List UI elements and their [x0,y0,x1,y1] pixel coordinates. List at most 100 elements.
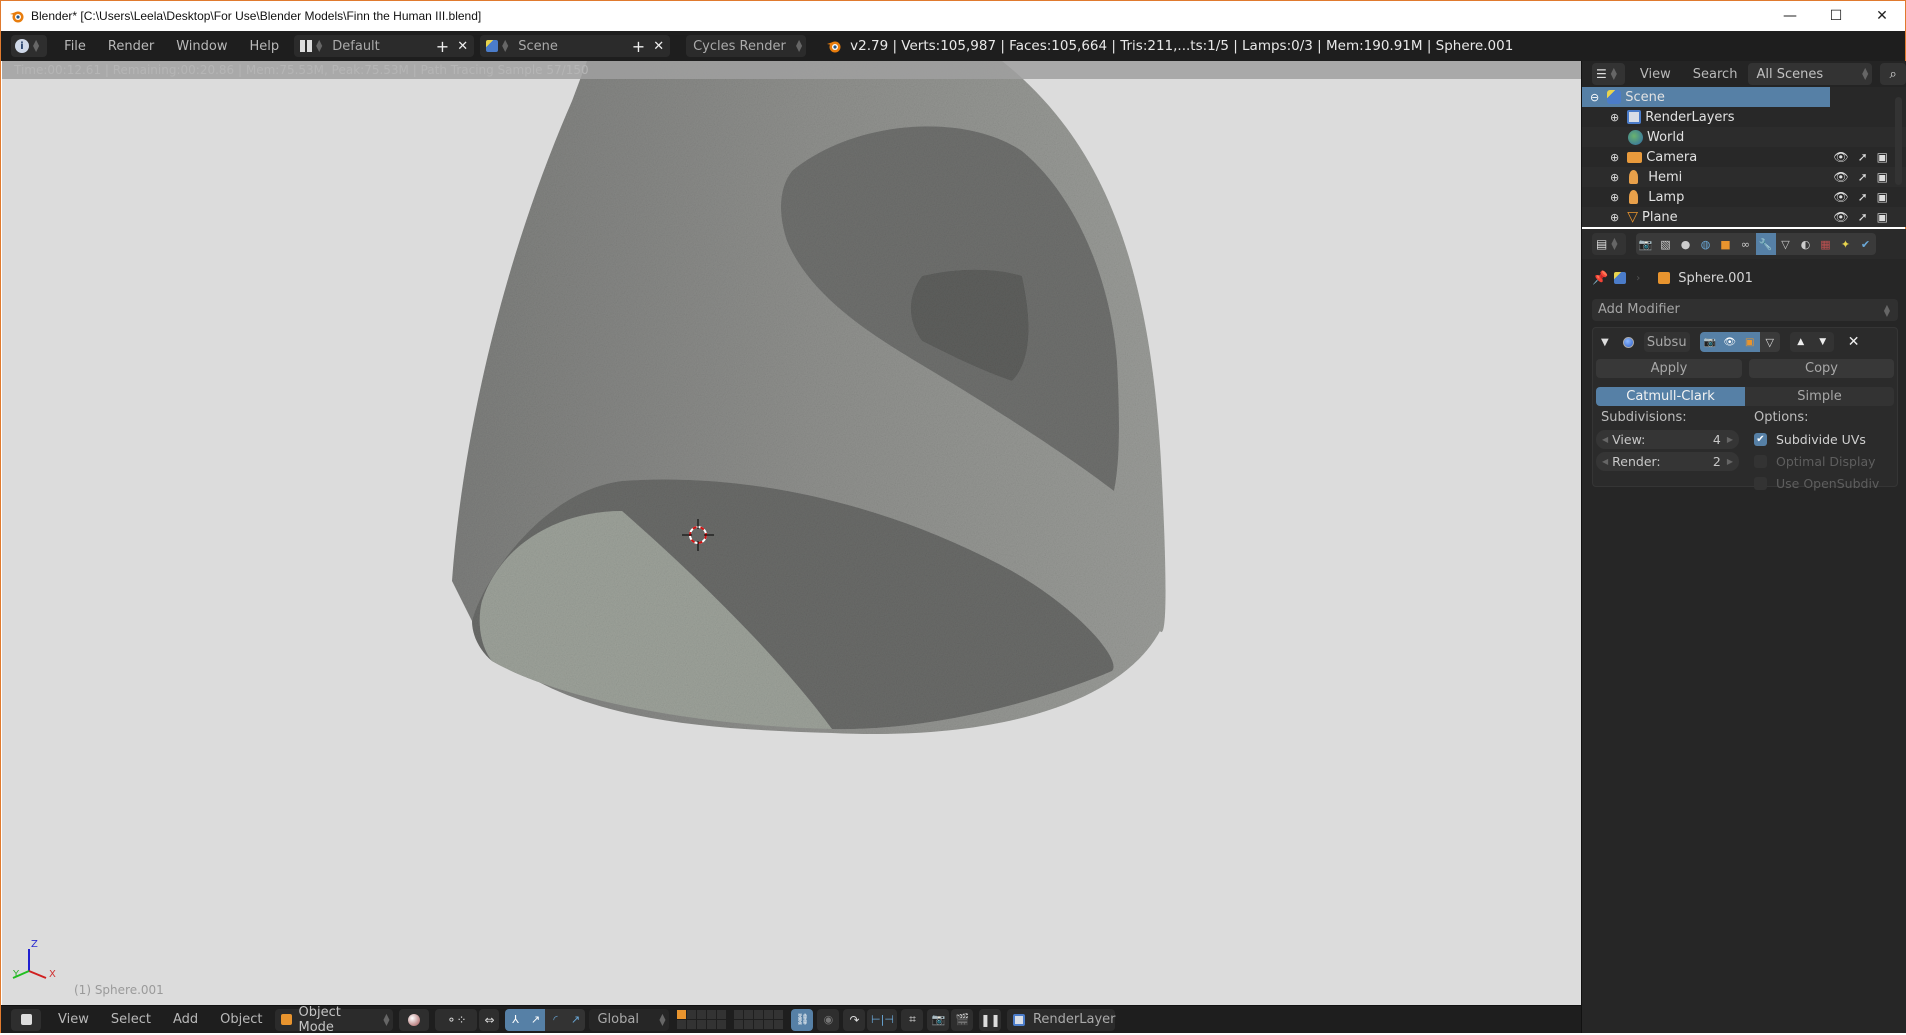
snap-toggle[interactable]: ↷ [843,1008,866,1031]
pause-render-button[interactable]: ❚❚ [979,1008,1002,1031]
move-down-icon[interactable]: ▼ [1811,332,1834,352]
expand-icon[interactable]: ⊕ [1610,111,1619,124]
use-opensubdiv-checkbox[interactable]: Use OpenSubdiv [1754,476,1879,491]
scene-selector[interactable]: ▲ ▼ Scene + ✕ [480,35,671,57]
subdivide-uvs-checkbox[interactable]: ✔ Subdivide UVs [1754,432,1866,447]
visibility-eye-icon[interactable]: 👁 [1833,170,1848,184]
outliner-menu-view[interactable]: View [1629,67,1682,82]
viewport-shading-selector[interactable] [399,1008,430,1031]
increment-arrow-icon[interactable]: ▶ [1727,435,1733,444]
manipulator-toggle[interactable]: ⇔ [479,1008,500,1031]
render-camera-icon[interactable]: ▣ [1877,190,1888,204]
tab-render-layers-icon[interactable]: ▧ [1656,233,1676,255]
outliner-row-hemi[interactable]: ⊕ Hemi 👁 ➚ ▣ [1582,167,1906,187]
proportional-editing-toggle[interactable]: ◉ [817,1008,840,1031]
editor-type-button[interactable]: i ▲ ▼ [11,35,48,57]
add-scene-button[interactable]: + [632,37,645,56]
tab-modifiers-wrench-icon[interactable]: 🔧 [1755,233,1776,255]
select-cursor-icon[interactable]: ➚ [1858,170,1868,184]
render-camera-icon[interactable]: ▣ [1877,170,1888,184]
outliner-scrollbar[interactable] [1895,97,1902,185]
increment-arrow-icon[interactable]: ▶ [1727,457,1733,466]
properties-editor-type-button[interactable]: ▤ ▲ ▼ [1592,233,1626,255]
optimal-display-checkbox[interactable]: Optimal Display [1754,454,1876,469]
render-engine-selector[interactable]: Cycles Render ▲ ▼ [686,35,807,57]
outliner-search-button[interactable]: ⌕ [1880,63,1906,85]
menu-help[interactable]: Help [238,39,290,54]
viewport-editor-type-button[interactable] [11,1008,41,1031]
opengl-render-image-button[interactable]: 📷 [927,1008,950,1031]
lock-camera-layers-toggle[interactable]: ⛓ [791,1008,814,1031]
menu-view[interactable]: View [47,1012,100,1027]
add-modifier-dropdown[interactable]: Add Modifier ▲ ▼ [1592,299,1898,321]
catmull-clark-option[interactable]: Catmull-Clark [1596,387,1745,406]
screen-layout-selector[interactable]: ▲ ▼ Default + ✕ [294,35,475,57]
close-window-button[interactable]: ✕ [1859,1,1905,31]
menu-file[interactable]: File [53,39,97,54]
select-cursor-icon[interactable]: ➚ [1858,190,1868,204]
select-cursor-icon[interactable]: ➚ [1858,150,1868,164]
menu-window[interactable]: Window [165,39,238,54]
tab-texture-icon[interactable]: ▦ [1816,233,1836,255]
outliner-menu-search[interactable]: Search [1682,67,1749,82]
show-viewport-eye-icon[interactable]: 👁 [1719,332,1740,352]
layer-buttons-2[interactable] [734,1010,784,1029]
manipulator-extra-icon[interactable]: ↗ [565,1008,586,1031]
opengl-render-animation-button[interactable]: 🎬 [951,1008,974,1031]
rotate-manipulator-icon[interactable]: ↗ [525,1008,546,1031]
tab-particles-icon[interactable]: ✦ [1836,233,1856,255]
transform-orientation-selector[interactable]: Global ▲ ▼ [589,1008,670,1031]
expand-icon[interactable]: ⊕ [1610,211,1619,224]
delete-scene-button[interactable]: ✕ [653,39,664,54]
copy-button[interactable]: Copy [1749,359,1894,378]
outliner-editor-type-button[interactable]: ☰ ▲ ▼ [1592,63,1625,85]
tab-data-icon[interactable]: ▽ [1776,233,1796,255]
collapse-icon[interactable]: ⊖ [1590,91,1599,104]
snap-target-button[interactable]: ⌗ [901,1008,924,1031]
menu-render[interactable]: Render [97,39,165,54]
tab-world-icon[interactable]: ◍ [1696,233,1716,255]
show-editmode-icon[interactable]: ▣ [1739,332,1760,352]
visibility-eye-icon[interactable]: 👁 [1833,150,1848,164]
select-cursor-icon[interactable]: ➚ [1858,210,1868,224]
view-levels-field[interactable]: ◀ View: 4 ▶ [1596,430,1739,449]
minimize-button[interactable]: — [1767,1,1813,31]
outliner-row-camera[interactable]: ⊕ Camera 👁 ➚ ▣ [1582,147,1906,167]
tab-physics-icon[interactable]: ✔ [1856,233,1876,255]
outliner-display-filter[interactable]: All Scenes ▲ ▼ [1748,63,1873,85]
tab-constraints-icon[interactable]: ∞ [1736,233,1756,255]
render-camera-icon[interactable]: ▣ [1877,150,1888,164]
3d-viewport[interactable]: Time:00:12.61 | Remaining:00:20.86 | Mem… [2,61,1581,1005]
simple-option[interactable]: Simple [1745,387,1894,406]
render-layer-selector[interactable]: RenderLayer [1007,1008,1116,1031]
show-on-cage-icon[interactable]: ▽ [1759,332,1780,352]
scale-manipulator-icon[interactable]: ◜ [545,1008,566,1031]
outliner-row-scene[interactable]: ⊖ Scene [1582,87,1830,107]
tab-scene-icon[interactable]: ● [1676,233,1696,255]
delete-layout-button[interactable]: ✕ [457,39,468,54]
expand-icon[interactable]: ⊕ [1610,151,1619,164]
expand-icon[interactable]: ⊕ [1610,191,1619,204]
apply-button[interactable]: Apply [1596,359,1742,378]
tab-material-icon[interactable]: ◐ [1796,233,1816,255]
visibility-eye-icon[interactable]: 👁 [1833,190,1848,204]
outliner-row-renderlayers[interactable]: ⊕ RenderLayers [1582,107,1906,127]
snap-element-selector[interactable]: ⊢|⊣ [867,1008,898,1031]
decrement-arrow-icon[interactable]: ◀ [1602,435,1608,444]
modifier-name-field[interactable]: Subsu [1643,332,1690,352]
expand-icon[interactable]: ⊕ [1610,171,1619,184]
decrement-arrow-icon[interactable]: ◀ [1602,457,1608,466]
pin-icon[interactable]: 📌 [1592,271,1608,286]
visibility-eye-icon[interactable]: 👁 [1833,210,1848,224]
remove-modifier-icon[interactable]: ✕ [1848,334,1860,350]
collapse-triangle-icon[interactable]: ▼ [1601,337,1609,348]
layer-buttons[interactable] [677,1010,727,1029]
show-render-camera-icon[interactable]: 📷 [1699,332,1720,352]
tab-object-icon[interactable]: ■ [1716,233,1736,255]
menu-add[interactable]: Add [162,1012,209,1027]
tab-render-icon[interactable]: 📷 [1636,233,1656,255]
move-up-icon[interactable]: ▲ [1789,332,1812,352]
translate-manipulator-icon[interactable]: ⅄ [505,1008,526,1031]
outliner-row-lamp[interactable]: ⊕ Lamp 👁 ➚ ▣ [1582,187,1906,207]
interaction-mode-selector[interactable]: Object Mode ▲ ▼ [275,1005,394,1035]
